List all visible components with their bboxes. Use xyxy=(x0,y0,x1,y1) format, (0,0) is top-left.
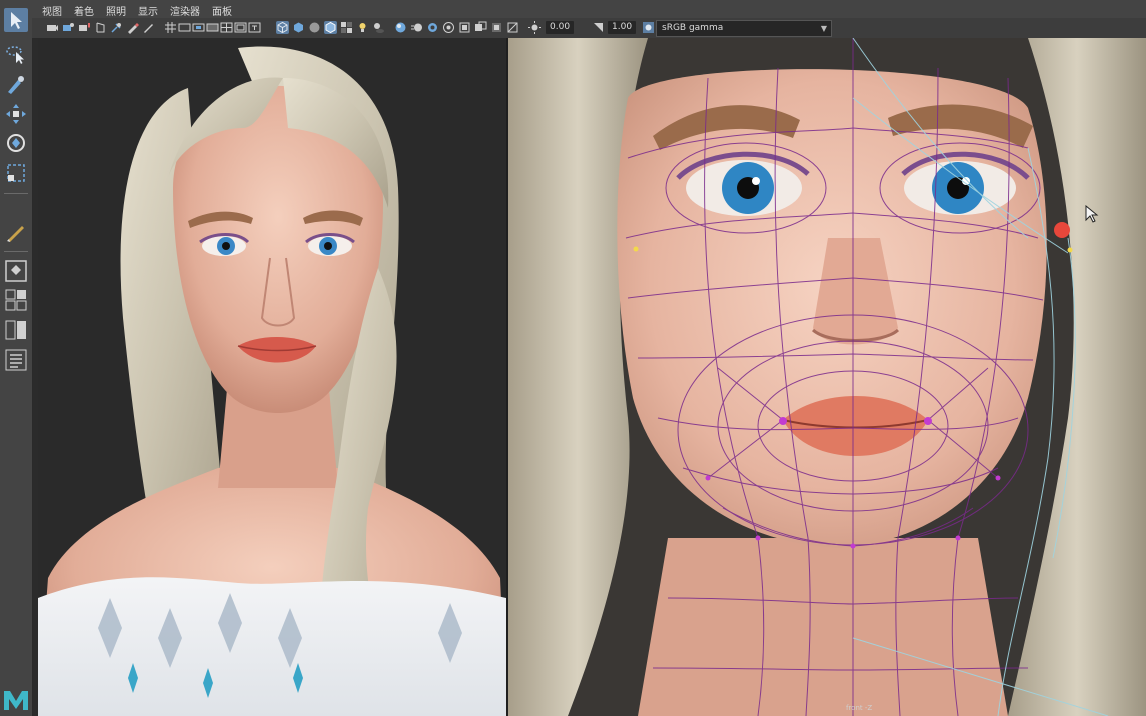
isolate-select-icon[interactable] xyxy=(458,21,471,34)
bookmark-icon[interactable] xyxy=(78,21,91,34)
depth-of-field-icon[interactable] xyxy=(442,21,455,34)
field-chart-icon[interactable] xyxy=(220,21,233,34)
pencil-icon[interactable] xyxy=(142,21,155,34)
menu-panels[interactable]: 面板 xyxy=(212,3,232,18)
single-view-layout-icon[interactable] xyxy=(4,259,28,283)
exposure-field[interactable]: 0.00 xyxy=(546,21,575,34)
resolution-gate-icon[interactable] xyxy=(192,21,205,34)
menu-renderer[interactable]: 渲染器 xyxy=(170,3,200,18)
camera-select-icon[interactable] xyxy=(46,21,59,34)
grid-toggle-icon[interactable] xyxy=(164,21,177,34)
exposure-icon[interactable] xyxy=(528,21,541,34)
lasso-tool-icon[interactable] xyxy=(4,42,28,66)
film-gate-icon[interactable] xyxy=(178,21,191,34)
color-management-icon[interactable] xyxy=(642,21,655,34)
maya-logo-icon xyxy=(2,688,30,712)
menu-lighting[interactable]: 照明 xyxy=(106,3,126,18)
panel-toolbar: 0.00 1.00 sRGB gamma ▼ xyxy=(32,18,1146,39)
camera-label: front -Z xyxy=(846,704,873,712)
panel-menu-bar: 视图 着色 照明 显示 渲染器 面板 xyxy=(32,0,1146,18)
outliner-layout-icon[interactable] xyxy=(4,348,28,372)
xray-joints-icon[interactable] xyxy=(490,21,503,34)
view-transform-value: sRGB gamma xyxy=(662,23,724,33)
select-tool-icon[interactable] xyxy=(4,8,28,32)
motion-blur-icon[interactable] xyxy=(410,21,423,34)
menu-view[interactable]: 视图 xyxy=(42,3,62,18)
move-tool-icon[interactable] xyxy=(4,102,28,126)
xray-components-icon[interactable] xyxy=(506,21,519,34)
last-tool-icon[interactable] xyxy=(4,220,28,244)
use-all-lights-icon[interactable] xyxy=(356,21,369,34)
gate-mask-icon[interactable] xyxy=(206,21,219,34)
camera-attributes-icon[interactable] xyxy=(62,21,75,34)
anti-aliasing-icon[interactable] xyxy=(426,21,439,34)
tool-separator xyxy=(4,193,28,194)
chevron-down-icon: ▼ xyxy=(820,24,827,33)
render-viewport[interactable] xyxy=(38,38,506,716)
red-dot-marker xyxy=(1054,222,1070,238)
menu-shading[interactable]: 着色 xyxy=(74,3,94,18)
default-material-icon[interactable] xyxy=(308,21,321,34)
wireframe-on-shaded-icon[interactable] xyxy=(324,21,337,34)
smooth-shade-icon[interactable] xyxy=(292,21,305,34)
safe-action-icon[interactable] xyxy=(234,21,247,34)
tool-column xyxy=(0,0,33,716)
grease-pencil-icon[interactable] xyxy=(126,21,139,34)
four-view-layout-icon[interactable] xyxy=(4,288,28,312)
xray-icon[interactable] xyxy=(474,21,487,34)
gamma-field[interactable]: 1.00 xyxy=(608,21,637,34)
face-wireframe-image xyxy=(508,38,1146,716)
scale-tool-icon[interactable] xyxy=(4,161,28,185)
2d-pan-zoom-icon[interactable] xyxy=(110,21,123,34)
view-transform-dropdown[interactable]: sRGB gamma ▼ xyxy=(656,20,832,37)
gamma-icon[interactable] xyxy=(592,21,605,34)
rotate-tool-icon[interactable] xyxy=(4,131,28,155)
mouse-cursor-icon xyxy=(1085,205,1099,223)
textured-icon[interactable] xyxy=(340,21,353,34)
menu-show[interactable]: 显示 xyxy=(138,3,158,18)
shadows-icon[interactable] xyxy=(372,21,385,34)
wireframe-icon[interactable] xyxy=(276,21,289,34)
two-view-layout-icon[interactable] xyxy=(4,318,28,342)
character-render-image xyxy=(38,38,506,716)
image-plane-icon[interactable] xyxy=(94,21,107,34)
tool-separator xyxy=(4,251,28,252)
wireframe-viewport[interactable]: front -Z xyxy=(508,38,1146,716)
safe-title-icon[interactable] xyxy=(248,21,261,34)
screen-space-ao-icon[interactable] xyxy=(394,21,407,34)
paint-select-tool-icon[interactable] xyxy=(4,72,28,96)
